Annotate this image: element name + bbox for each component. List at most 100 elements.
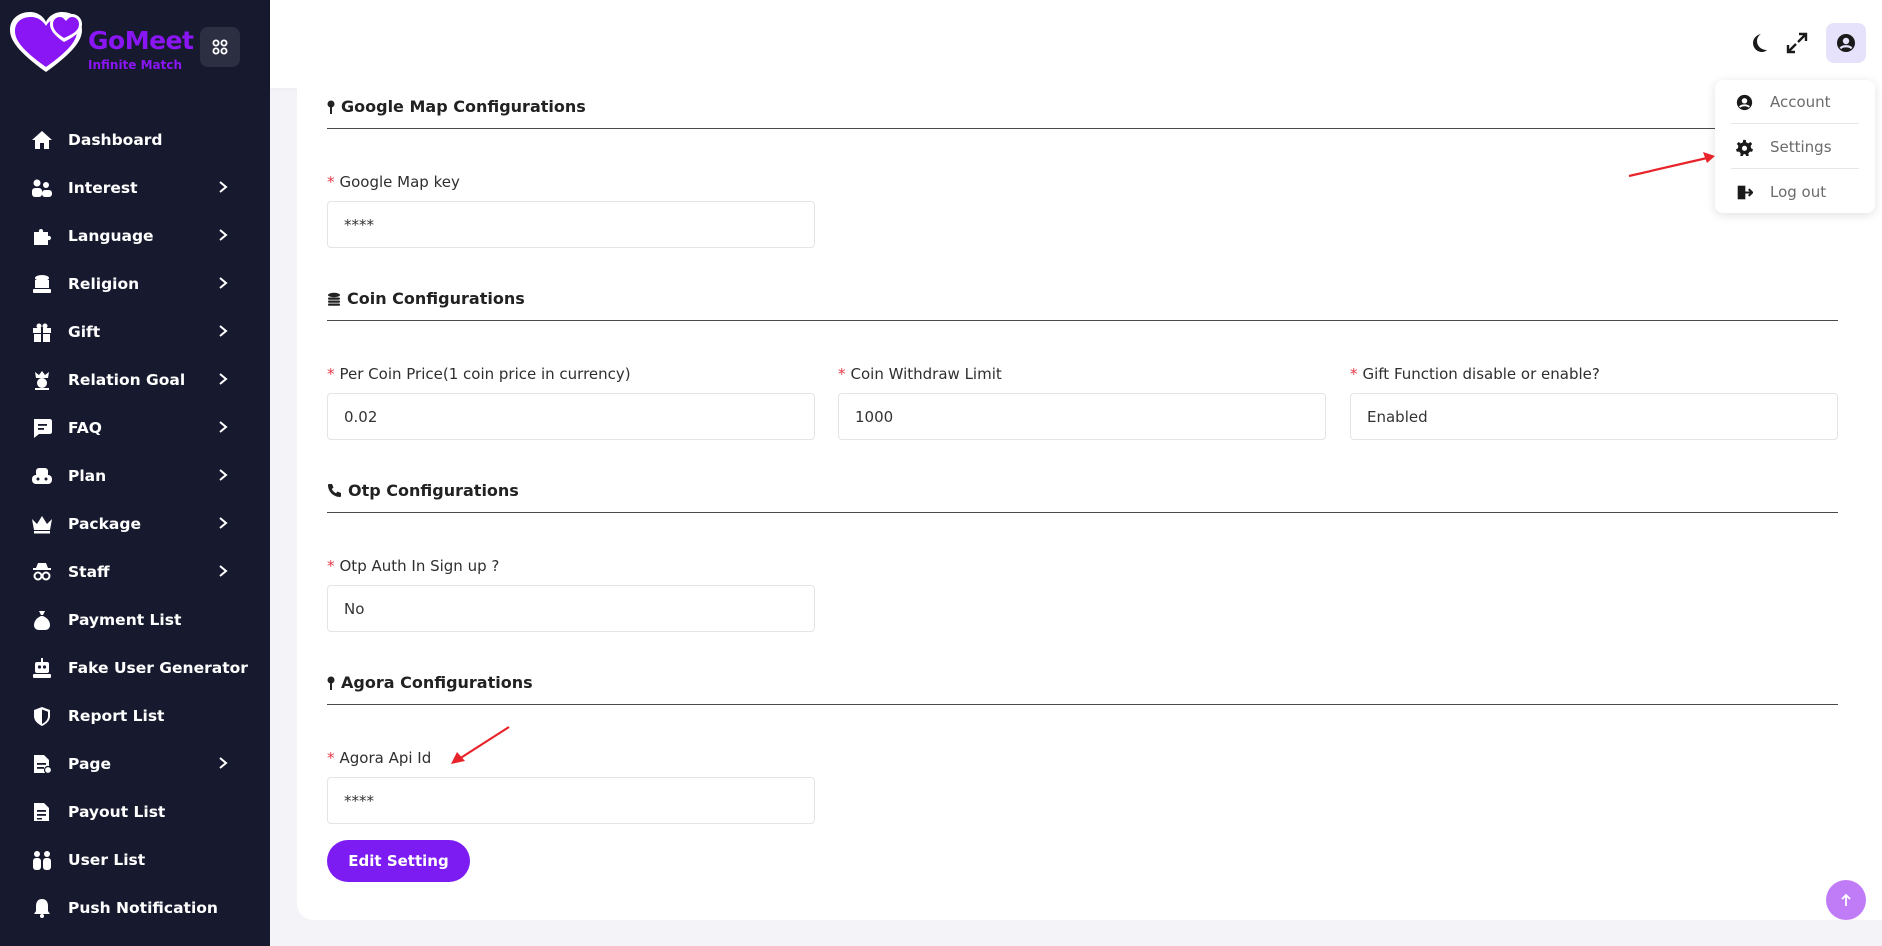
agora-api-id-input[interactable]: ****: [327, 777, 815, 824]
section-title-otp: Otp Configurations: [327, 481, 519, 500]
gift-icon: [30, 321, 54, 343]
profile-dropdown: Account Settings Log out: [1715, 80, 1875, 213]
sidebar-item-plan[interactable]: Plan: [0, 452, 270, 500]
sidebar-item-relation-goal[interactable]: Relation Goal: [0, 356, 270, 404]
sidebar-item-push-notification[interactable]: Push Notification: [0, 884, 270, 932]
sidebar-item-label: Staff: [68, 563, 110, 581]
crown-icon: [30, 513, 54, 535]
section-divider: [327, 512, 1838, 513]
sidebar-item-religion[interactable]: Religion: [0, 260, 270, 308]
section-title-google-map: Google Map Configurations: [327, 97, 586, 116]
sidebar-item-label: Language: [68, 227, 154, 245]
brand-name: GoMeet: [88, 26, 194, 55]
expand-icon: [1786, 32, 1808, 54]
home-icon: [30, 129, 54, 151]
dark-mode-toggle[interactable]: [1743, 28, 1773, 58]
sidebar-item-label: Fake User Generator: [68, 659, 248, 677]
sidebar-item-user-list[interactable]: User List: [0, 836, 270, 884]
file-icon: [30, 753, 54, 775]
robot-icon: [30, 657, 54, 679]
chevron-right-icon: [219, 517, 228, 529]
sidebar-item-fake-user-generator[interactable]: Fake User Generator: [0, 644, 270, 692]
chevron-right-icon: [219, 565, 228, 577]
sidebar-item-label: Interest: [68, 179, 138, 197]
scroll-to-top-button[interactable]: [1826, 880, 1866, 920]
chevron-right-icon: [219, 469, 228, 481]
sidebar-item-gift[interactable]: Gift: [0, 308, 270, 356]
dropdown-item-account[interactable]: Account: [1715, 80, 1875, 124]
chevron-right-icon: [219, 421, 228, 433]
menu-grid-button[interactable]: [200, 27, 240, 67]
annotation-arrow-agora: [451, 726, 510, 764]
section-title-coin: Coin Configurations: [327, 289, 525, 308]
profile-menu-button[interactable]: [1826, 23, 1866, 63]
user-circle-icon: [1837, 34, 1855, 52]
sidebar-item-label: Payment List: [68, 611, 182, 629]
bell-icon: [30, 897, 54, 919]
sidebar-item-report-list[interactable]: Report List: [0, 692, 270, 740]
dropdown-item-settings[interactable]: Settings: [1715, 125, 1875, 169]
sidebar-item-payout-list[interactable]: Payout List: [0, 788, 270, 836]
field-label-google-map-key: * Google Map key: [327, 173, 460, 191]
otp-auth-select[interactable]: No: [327, 585, 815, 632]
sidebar-item-interest[interactable]: Interest: [0, 164, 270, 212]
field-label-otp-auth: * Otp Auth In Sign up ?: [327, 557, 500, 575]
gift-function-select[interactable]: Enabled: [1350, 393, 1838, 440]
sidebar-item-label: Relation Goal: [68, 371, 186, 389]
user-secret-icon: [30, 561, 54, 583]
edit-setting-button[interactable]: Edit Setting: [327, 840, 470, 882]
fullscreen-button[interactable]: [1782, 28, 1812, 58]
user-circle-icon: [1735, 93, 1753, 111]
sidebar-item-label: Religion: [68, 275, 140, 293]
section-title-agora: Agora Configurations: [327, 673, 533, 692]
sidebar-item-package[interactable]: Package: [0, 500, 270, 548]
google-map-key-input[interactable]: ****: [327, 201, 815, 248]
field-label-coin-withdraw-limit: * Coin Withdraw Limit: [838, 365, 1002, 383]
sidebar-item-faq[interactable]: FAQ: [0, 404, 270, 452]
message-icon: [30, 417, 54, 439]
gear-icon: [1735, 138, 1753, 156]
sidebar-item-label: User List: [68, 851, 146, 869]
chevron-right-icon: [219, 373, 228, 385]
field-label-agora-api-id: * Agora Api Id: [327, 749, 432, 767]
coin-withdraw-limit-input[interactable]: 1000: [838, 393, 1326, 440]
heart-logo-icon: [10, 12, 82, 72]
users-icon: [30, 177, 54, 199]
top-header: [270, 0, 1882, 88]
coins-icon: [328, 292, 340, 306]
sidebar: GoMeet Infinite Match Dashboard Interest…: [0, 0, 270, 946]
annotation-arrow-settings: [1628, 152, 1715, 178]
sidebar-item-label: Package: [68, 515, 141, 533]
arrow-up-icon: [1841, 893, 1851, 906]
logout-icon: [1735, 183, 1753, 201]
per-coin-price-input[interactable]: 0.02: [327, 393, 815, 440]
gamepad-icon: [30, 465, 54, 487]
sidebar-item-label: Payout List: [68, 803, 166, 821]
sidebar-item-language[interactable]: Language: [0, 212, 270, 260]
sidebar-item-label: Push Notification: [68, 899, 218, 917]
brand-tagline: Infinite Match: [88, 58, 183, 72]
dropdown-item-logout[interactable]: Log out: [1715, 170, 1875, 214]
moon-icon: [1753, 34, 1767, 52]
brand-logo[interactable]: GoMeet Infinite Match: [8, 10, 198, 80]
database-icon: [30, 273, 54, 295]
sidebar-item-label: Gift: [68, 323, 101, 341]
sidebar-nav: Dashboard Interest Language Religion Gif…: [0, 116, 270, 932]
sidebar-item-label: Plan: [68, 467, 107, 485]
sidebar-item-dashboard[interactable]: Dashboard: [0, 116, 270, 164]
sidebar-item-payment-list[interactable]: Payment List: [0, 596, 270, 644]
chevron-right-icon: [219, 325, 228, 337]
file-invoice-icon: [30, 801, 54, 823]
users-icon: [30, 849, 54, 871]
sidebar-item-page[interactable]: Page: [0, 740, 270, 788]
section-divider: [327, 320, 1838, 321]
puzzle-icon: [30, 225, 54, 247]
phone-icon: [328, 484, 341, 497]
shield-icon: [30, 705, 54, 727]
chevron-right-icon: [219, 757, 228, 769]
field-label-per-coin-price: * Per Coin Price(1 coin price in currency…: [327, 365, 631, 383]
map-pin-icon: [327, 100, 335, 114]
goal-icon: [30, 369, 54, 391]
chevron-right-icon: [219, 229, 228, 241]
sidebar-item-staff[interactable]: Staff: [0, 548, 270, 596]
